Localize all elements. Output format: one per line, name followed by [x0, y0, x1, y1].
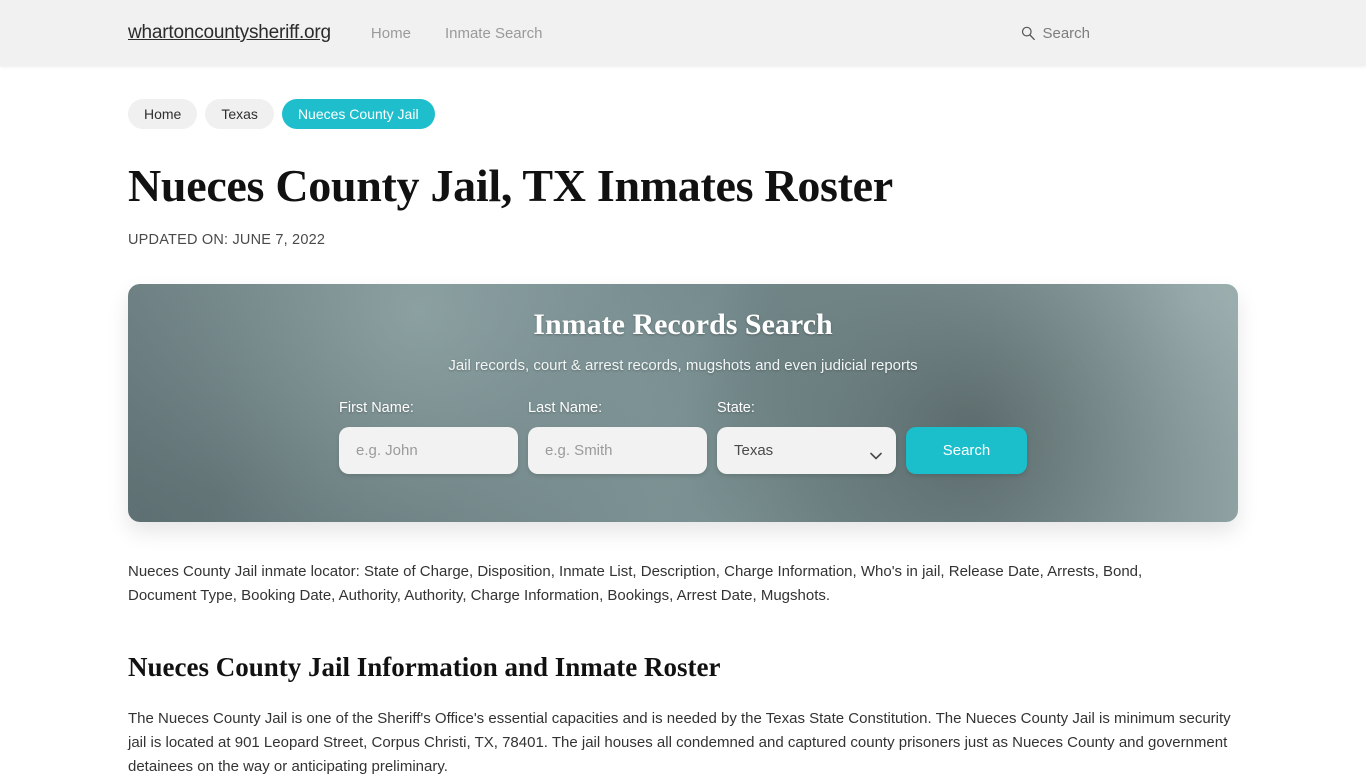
- breadcrumb-item-nueces-county-jail[interactable]: Nueces County Jail: [281, 99, 435, 129]
- site-header: whartoncountysheriff.org Home Inmate Sea…: [0, 0, 1366, 66]
- intro-paragraph: Nueces County Jail inmate locator: State…: [128, 563, 1143, 604]
- page-content: Home Texas Nueces County Jail Nueces Cou…: [0, 66, 1366, 780]
- last-name-label: Last Name:: [528, 400, 603, 417]
- header-search-trigger[interactable]: Search: [1021, 25, 1090, 42]
- hero-subtitle: Jail records, court & arrest records, mu…: [448, 357, 918, 375]
- first-name-input[interactable]: [339, 427, 518, 475]
- nav-link-inmate-search[interactable]: Inmate Search: [445, 25, 543, 42]
- section-heading: Nueces County Jail Information and Inmat…: [128, 651, 721, 682]
- last-name-field-group: Last Name:: [528, 400, 707, 475]
- updated-on-date: UPDATED ON: JUNE 7, 2022: [128, 232, 326, 249]
- inmate-records-search-panel: Inmate Records Search Jail records, cour…: [128, 284, 1238, 523]
- state-label: State:: [717, 400, 755, 417]
- page-title: Nueces County Jail, TX Inmates Roster: [128, 160, 893, 211]
- search-button[interactable]: Search: [906, 427, 1027, 475]
- main-navigation: Home Inmate Search: [371, 25, 543, 42]
- breadcrumb-item-home[interactable]: Home: [128, 99, 198, 129]
- last-name-input[interactable]: [528, 427, 707, 475]
- first-name-field-group: First Name:: [339, 400, 518, 475]
- state-select[interactable]: Texas: [717, 427, 896, 475]
- nav-link-home[interactable]: Home: [371, 25, 411, 42]
- state-select-wrapper: Texas: [717, 427, 896, 475]
- inmate-search-form: First Name: Last Name: State: Texas: [339, 400, 1027, 475]
- hero-title: Inmate Records Search: [533, 308, 833, 342]
- state-field-group: State: Texas: [717, 400, 896, 475]
- hero-inner: Inmate Records Search Jail records, cour…: [128, 284, 1238, 522]
- body-paragraph: The Nueces County Jail is one of the She…: [128, 709, 1231, 776]
- breadcrumb-item-texas[interactable]: Texas: [205, 99, 274, 129]
- first-name-label: First Name:: [339, 400, 414, 417]
- site-brand[interactable]: whartoncountysheriff.org: [128, 22, 331, 44]
- search-icon: [1021, 26, 1036, 41]
- header-search-label: Search: [1042, 24, 1090, 42]
- breadcrumb: Home Texas Nueces County Jail: [128, 66, 1238, 129]
